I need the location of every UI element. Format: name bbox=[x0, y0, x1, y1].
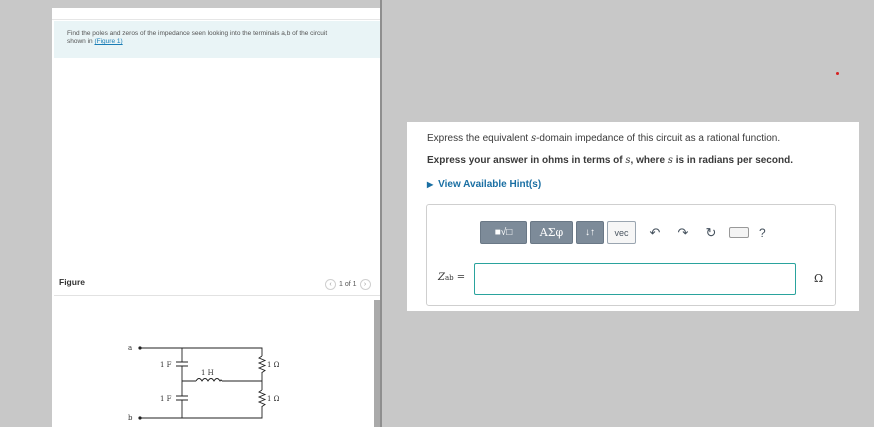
vector-button[interactable]: vec bbox=[607, 221, 636, 244]
resistor-top-label: 1 Ω bbox=[267, 361, 280, 369]
figure-pager: ‹ 1 of 1 › bbox=[325, 278, 371, 290]
view-hints-link[interactable]: ▶ View Available Hint(s) bbox=[427, 179, 541, 190]
resistor-bottom bbox=[257, 389, 267, 407]
resistor-top bbox=[257, 355, 267, 373]
capacitor-top-label: 1 F bbox=[160, 361, 172, 369]
instruction-pre: Express the equivalent bbox=[427, 133, 531, 144]
unit-label: Ω bbox=[814, 272, 824, 285]
problem-text-2: shown in bbox=[67, 38, 95, 45]
redo-icon[interactable]: ↷ bbox=[671, 221, 695, 244]
answer-area: ■√□ ΑΣφ ↓↑ vec ↶ ↷ ↻ ? Zab = Ω bbox=[426, 204, 836, 306]
templates-button[interactable]: ■√□ bbox=[480, 221, 527, 244]
inductor bbox=[195, 378, 223, 382]
bold-post: is in radians per second. bbox=[672, 155, 793, 166]
figure-label: Figure bbox=[59, 277, 85, 287]
answer-label: Zab = bbox=[438, 272, 465, 283]
help-button[interactable]: ? bbox=[759, 226, 766, 240]
divider bbox=[54, 295, 380, 296]
capacitor-top bbox=[176, 361, 188, 367]
chevron-left-icon[interactable]: ‹ bbox=[325, 278, 336, 290]
figure-link[interactable]: (Figure 1) bbox=[94, 38, 122, 45]
answer-label-sub: ab bbox=[444, 274, 454, 282]
answer-input[interactable] bbox=[474, 263, 796, 295]
panel-divider[interactable] bbox=[380, 0, 382, 427]
page-indicator: 1 of 1 bbox=[339, 280, 357, 288]
circuit-diagram: a b 1 F 1 F 1 H 1 Ω 1 Ω bbox=[128, 344, 280, 422]
chevron-right-icon[interactable]: › bbox=[359, 278, 371, 290]
terminal-a-label: a bbox=[128, 344, 132, 352]
keyboard-icon[interactable] bbox=[729, 227, 749, 238]
greek-symbols-button[interactable]: ΑΣφ bbox=[530, 221, 573, 244]
answer-label-eq: = bbox=[453, 272, 466, 283]
reset-icon[interactable]: ↻ bbox=[699, 221, 723, 244]
caret-right-icon: ▶ bbox=[427, 180, 434, 189]
undo-icon[interactable]: ↶ bbox=[643, 221, 667, 244]
answer-card: Express the equivalent s-domain impedanc… bbox=[407, 122, 859, 311]
panel-top-bar bbox=[52, 8, 380, 20]
problem-statement: Find the poles and zeros of the impedanc… bbox=[54, 21, 380, 58]
hints-label: View Available Hint(s) bbox=[438, 179, 542, 190]
bold-pre: Express your answer in ohms in terms of bbox=[427, 155, 626, 166]
instruction-bold-text: Express your answer in ohms in terms of … bbox=[427, 155, 793, 166]
instruction-text: Express the equivalent s-domain impedanc… bbox=[427, 133, 780, 144]
problem-panel: Find the poles and zeros of the impedanc… bbox=[52, 8, 380, 427]
terminal-b-label: b bbox=[128, 414, 133, 422]
inductor-label: 1 H bbox=[201, 369, 214, 377]
instruction-post: -domain impedance of this circuit as a r… bbox=[536, 133, 781, 144]
subscript-superscript-button[interactable]: ↓↑ bbox=[576, 221, 604, 244]
problem-text: Find the poles and zeros of the impedanc… bbox=[67, 30, 328, 37]
resistor-branch-wire bbox=[182, 347, 263, 419]
capacitor-bottom-label: 1 F bbox=[160, 395, 172, 403]
status-dot bbox=[836, 72, 839, 75]
resistor-bottom-label: 1 Ω bbox=[267, 395, 280, 403]
answer-label-main: Z bbox=[438, 272, 445, 283]
bold-mid: , where bbox=[630, 155, 668, 166]
capacitor-bottom bbox=[176, 395, 188, 401]
math-toolbar: ■√□ ΑΣφ ↓↑ vec ↶ ↷ ↻ ? bbox=[480, 221, 766, 244]
